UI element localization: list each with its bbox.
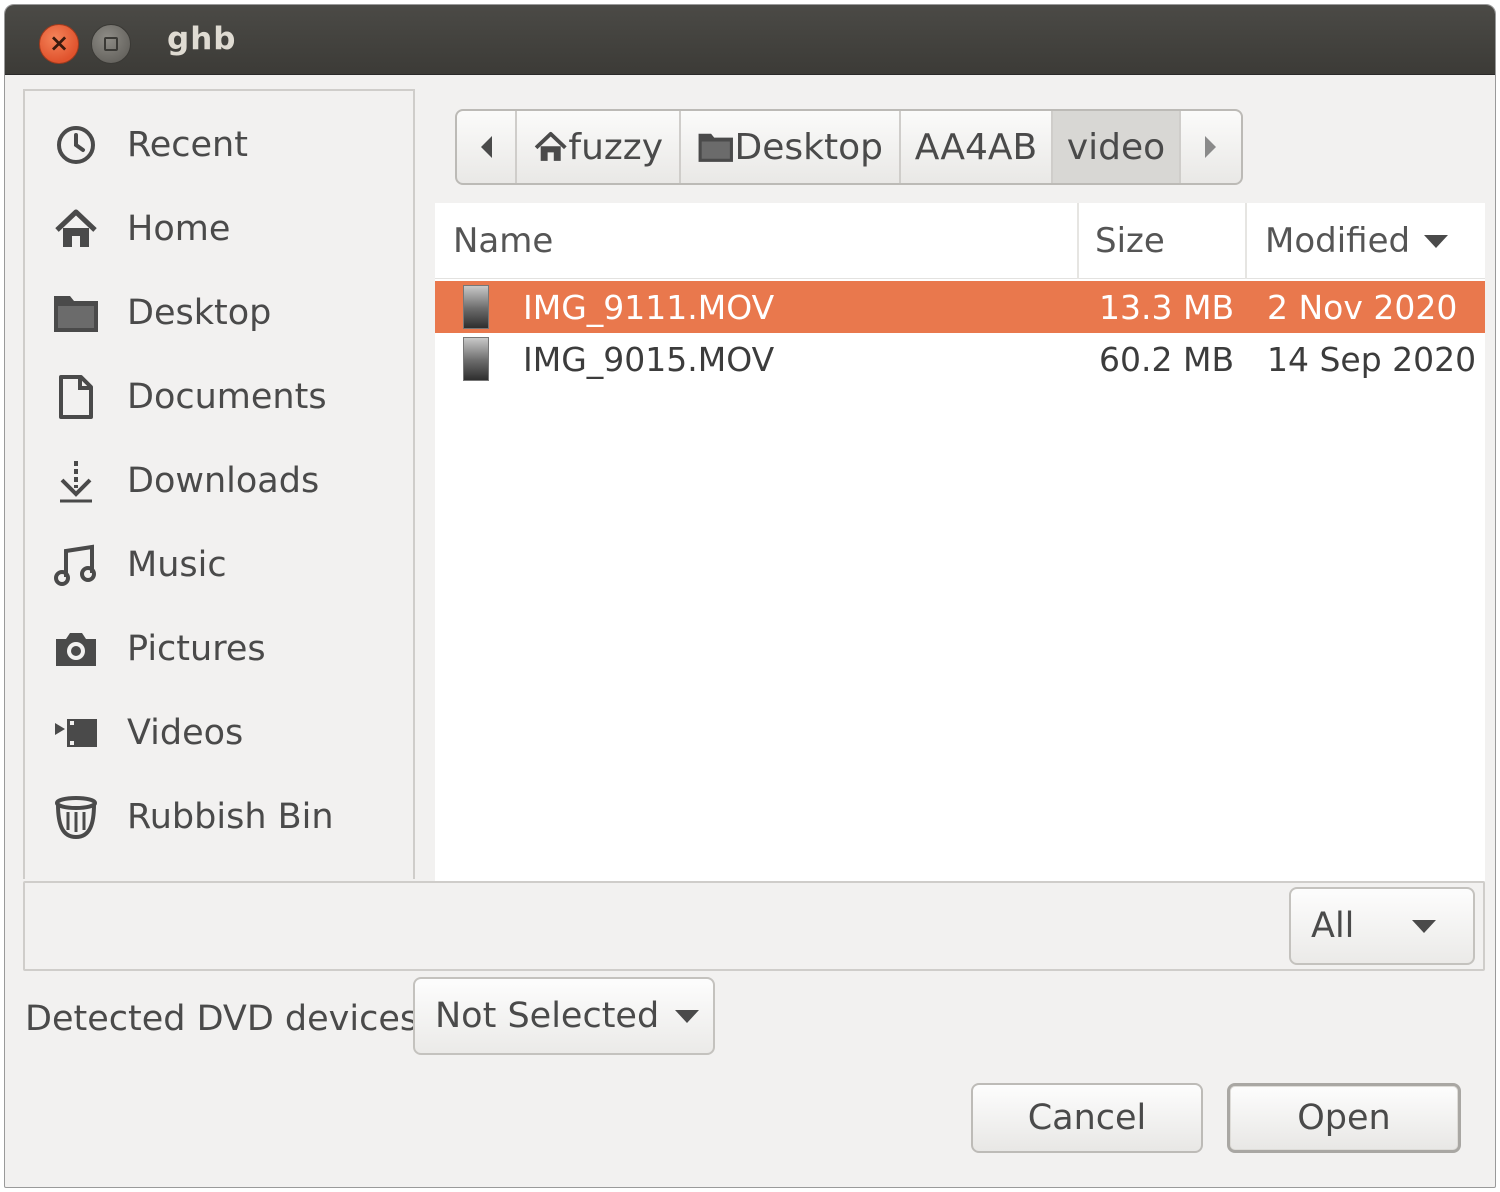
path-scroll-left-button[interactable] [457, 111, 517, 183]
sort-descending-icon [1424, 234, 1449, 248]
column-divider[interactable] [1077, 203, 1079, 279]
file-chooser-dialog: × ghb Recent Home Desktop Documents Down… [4, 4, 1496, 1188]
path-segment-label: fuzzy [568, 126, 663, 168]
file-modified: 2 Nov 2020 [1267, 287, 1458, 327]
window-title: ghb [167, 21, 237, 57]
path-scroll-right-button[interactable] [1181, 111, 1241, 183]
column-header-size[interactable]: Size [1095, 203, 1165, 279]
sidebar-item-label: Recent [127, 125, 248, 165]
path-bar: fuzzy Desktop AA4AB video [455, 109, 1243, 185]
file-row[interactable]: IMG_9015.MOV 60.2 MB 14 Sep 2020 [435, 333, 1485, 385]
dvd-devices-value: Not Selected [435, 996, 660, 1036]
close-window-button[interactable]: × [39, 24, 79, 64]
path-segment-label: Desktop [734, 126, 883, 168]
dvd-devices-label: Detected DVD devices: [25, 999, 430, 1039]
sidebar-item-documents[interactable]: Documents [25, 355, 413, 439]
cancel-button-label: Cancel [1027, 1098, 1147, 1138]
sidebar-item-pictures[interactable]: Pictures [25, 607, 413, 691]
video-thumbnail-icon [463, 285, 489, 329]
file-type-filter-dropdown[interactable]: All [1289, 887, 1475, 965]
video-thumbnail-icon [463, 337, 489, 381]
trash-icon [51, 792, 101, 842]
path-segment-aa4ab[interactable]: AA4AB [901, 111, 1053, 183]
file-list-header: Name Size Modified [435, 203, 1485, 279]
chevron-down-icon [1412, 919, 1437, 933]
file-row[interactable]: IMG_9111.MOV 13.3 MB 2 Nov 2020 [435, 281, 1485, 333]
sidebar-item-label: Rubbish Bin [127, 797, 334, 837]
filter-bar: All [23, 881, 1485, 971]
column-header-name[interactable]: Name [453, 203, 553, 279]
column-label: Name [453, 221, 554, 261]
video-icon [51, 708, 101, 758]
file-type-filter-value: All [1311, 906, 1355, 946]
column-header-modified[interactable]: Modified [1265, 203, 1449, 279]
close-icon: × [48, 29, 70, 57]
sidebar-item-recent[interactable]: Recent [25, 103, 413, 187]
music-icon [51, 540, 101, 590]
open-button[interactable]: Open [1227, 1083, 1461, 1153]
sidebar-item-label: Desktop [127, 293, 272, 333]
maximize-icon [104, 37, 118, 51]
file-name: IMG_9015.MOV [523, 339, 775, 379]
sidebar-item-label: Music [127, 545, 227, 585]
maximize-window-button[interactable] [91, 24, 131, 64]
home-icon [534, 131, 567, 161]
folder-icon [698, 133, 733, 162]
column-divider[interactable] [1245, 203, 1247, 279]
file-list: Name Size Modified IMG_9111.MOV 13.3 MB … [435, 203, 1485, 881]
file-size: 13.3 MB [1099, 287, 1235, 327]
sidebar-item-music[interactable]: Music [25, 523, 413, 607]
path-segment-label: AA4AB [914, 126, 1038, 168]
path-segment-desktop[interactable]: Desktop [681, 111, 901, 183]
home-icon [51, 204, 101, 254]
sidebar-item-home[interactable]: Home [25, 187, 413, 271]
sidebar-item-desktop[interactable]: Desktop [25, 271, 413, 355]
sidebar-item-label: Downloads [127, 461, 320, 501]
path-segment-label: video [1066, 126, 1166, 168]
open-button-label: Open [1297, 1098, 1391, 1138]
sidebar-item-label: Videos [127, 713, 244, 753]
file-modified: 14 Sep 2020 [1267, 339, 1477, 379]
chevron-right-icon [1205, 136, 1216, 158]
dvd-devices-dropdown[interactable]: Not Selected [413, 977, 715, 1055]
column-label: Size [1095, 221, 1165, 261]
file-size: 60.2 MB [1099, 339, 1235, 379]
sidebar-item-videos[interactable]: Videos [25, 691, 413, 775]
chevron-left-icon [481, 136, 492, 158]
title-bar: × ghb [5, 5, 1495, 75]
file-name: IMG_9111.MOV [523, 287, 775, 327]
clock-icon [51, 120, 101, 170]
path-segment-home[interactable]: fuzzy [517, 111, 681, 183]
download-icon [51, 456, 101, 506]
sidebar-item-label: Pictures [127, 629, 266, 669]
sidebar-item-label: Documents [127, 377, 327, 417]
path-segment-video[interactable]: video [1053, 111, 1181, 183]
sidebar-item-rubbish-bin[interactable]: Rubbish Bin [25, 775, 413, 859]
cancel-button[interactable]: Cancel [971, 1083, 1203, 1153]
document-icon [51, 372, 101, 422]
camera-icon [51, 624, 101, 674]
sidebar-item-downloads[interactable]: Downloads [25, 439, 413, 523]
sidebar-item-label: Home [127, 209, 231, 249]
chevron-down-icon [675, 1009, 700, 1023]
places-sidebar: Recent Home Desktop Documents Downloads [23, 89, 415, 879]
column-label: Modified [1265, 221, 1411, 261]
folder-icon [51, 288, 101, 338]
